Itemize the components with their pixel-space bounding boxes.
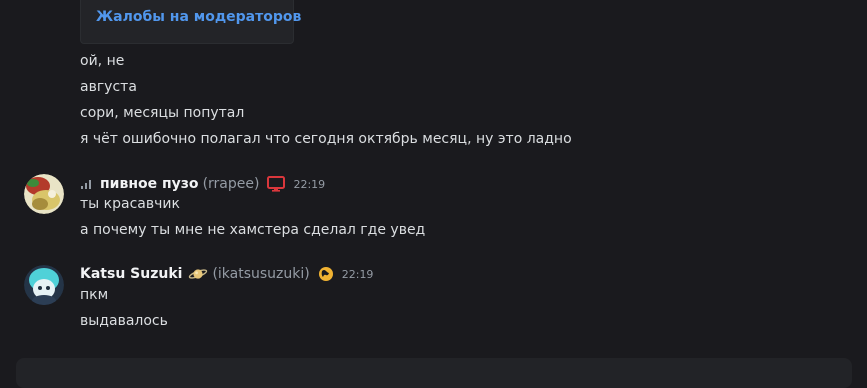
message-text: августа [80,79,137,95]
user-handle: (ikatsusuzuki) [212,266,310,282]
timestamp: 22:19 [341,267,374,281]
signal-bars-icon [80,178,92,190]
username[interactable]: Katsu Suzuki [80,266,182,282]
message-text: ой, не [80,53,125,69]
message-composer[interactable] [16,358,852,388]
chat-area: Жалобы на модераторов ой, не августа сор… [0,0,867,388]
timestamp: 22:19 [293,177,326,191]
avatar[interactable] [24,174,64,214]
user-handle: (rrapee) [202,176,260,192]
username[interactable]: пивное пузо [100,176,199,192]
embed-link[interactable]: Жалобы на модераторов [96,9,301,25]
avatar[interactable] [24,265,64,305]
planet-icon [188,266,208,282]
message-header: Katsu Suzuki (ikatsusuzuki) 22:19 [80,264,373,284]
message-header: пивное пузо (rrapee) 22:19 [80,174,325,194]
link-embed-card: Жалобы на модераторов [80,0,301,44]
message-text: ты красавчик [80,196,180,212]
message-text: а почему ты мне не хамстера сделал где у… [80,222,426,238]
message-text: я чёт ошибочно полагал что сегодня октяб… [80,131,572,147]
globe-icon [318,266,334,282]
desktop-monitor-icon [267,176,286,192]
message-text: сори, месяцы попутал [80,105,245,121]
message-text: выдавалось [80,313,168,329]
message-text: пкм [80,287,109,303]
